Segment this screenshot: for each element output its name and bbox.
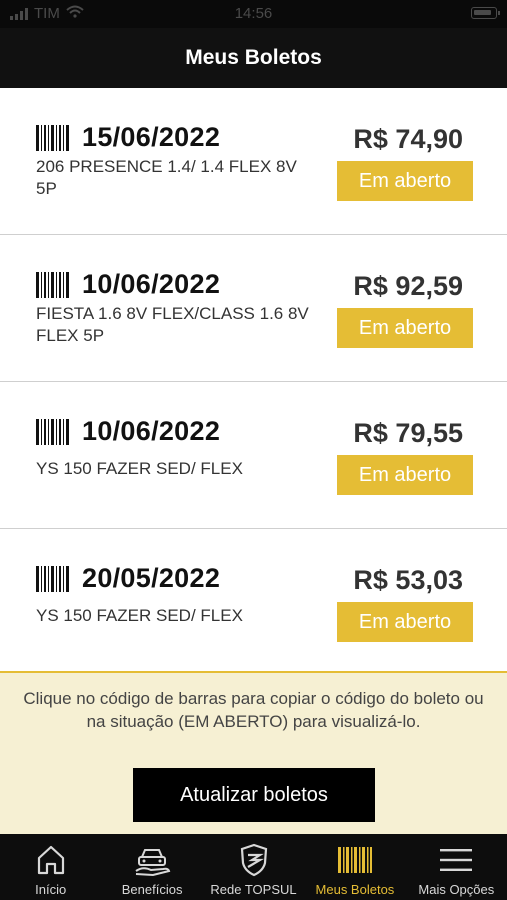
barcode-icon[interactable] <box>36 271 70 298</box>
clock: 14:56 <box>234 5 273 22</box>
boleto-card: 10/06/2022 YS 150 FAZER SED/ FLEX R$ 79,… <box>0 382 507 529</box>
boleto-date-row: 10/06/2022 <box>36 269 220 300</box>
boleto-date-row: 15/06/2022 <box>36 122 220 153</box>
boleto-description: YS 150 FAZER SED/ FLEX <box>36 459 243 478</box>
refresh-boletos-button[interactable]: Atualizar boletos <box>133 768 375 822</box>
boleto-description: YS 150 FAZER SED/ FLEX <box>36 606 243 625</box>
boleto-date: 10/06/2022 <box>82 269 221 299</box>
tab-rede-topsul[interactable]: Rede TOPSUL <box>203 834 304 900</box>
boleto-card: 10/06/2022 FIESTA 1.6 8V FLEX/CLASS 1.6 … <box>0 235 507 382</box>
tab-beneficios[interactable]: Benefícios <box>101 834 202 900</box>
page-title: Meus Boletos <box>185 46 322 69</box>
status-button[interactable]: Em aberto <box>337 161 473 201</box>
status-button[interactable]: Em aberto <box>337 455 473 495</box>
boleto-amount: R$ 92,59 <box>353 271 463 301</box>
boleto-date: 10/06/2022 <box>82 416 221 446</box>
boleto-amount: R$ 53,03 <box>353 565 463 595</box>
menu-icon <box>440 842 473 878</box>
home-icon <box>36 842 66 878</box>
tab-bar: Início Benefícios Rede TOPSUL Meus Bolet… <box>0 834 507 900</box>
status-button[interactable]: Em aberto <box>337 308 473 348</box>
barcode-icon <box>337 842 372 878</box>
status-bar: TIM 14:56 <box>0 0 507 28</box>
info-panel: Clique no código de barras para copiar o… <box>0 671 507 834</box>
battery-icon <box>471 7 500 19</box>
boleto-date: 20/05/2022 <box>82 563 221 593</box>
boleto-date: 15/06/2022 <box>82 122 221 152</box>
page-header: Meus Boletos <box>0 28 507 88</box>
shield-logo-icon <box>239 842 269 878</box>
tab-mais-opcoes[interactable]: Mais Opções <box>406 834 507 900</box>
boleto-date-row: 10/06/2022 <box>36 416 220 447</box>
boleto-card: 15/06/2022 206 PRESENCE 1.4/ 1.4 FLEX 8V… <box>0 88 507 235</box>
boleto-description: 206 PRESENCE 1.4/ 1.4 FLEX 8V 5P <box>36 157 297 198</box>
tab-label: Meus Boletos <box>315 882 395 897</box>
tab-label: Benefícios <box>121 882 183 897</box>
car-hand-icon <box>133 842 171 878</box>
boleto-date-row: 20/05/2022 <box>36 563 220 594</box>
boleto-amount: R$ 79,55 <box>353 418 463 448</box>
barcode-icon[interactable] <box>36 418 70 445</box>
status-button[interactable]: Em aberto <box>337 602 473 642</box>
tab-label: Início <box>35 882 67 897</box>
barcode-icon[interactable] <box>36 124 70 151</box>
boleto-description: FIESTA 1.6 8V FLEX/CLASS 1.6 8V FLEX 5P <box>36 304 309 345</box>
boleto-list: 15/06/2022 206 PRESENCE 1.4/ 1.4 FLEX 8V… <box>0 88 507 676</box>
info-message: Clique no código de barras para copiar o… <box>23 689 484 731</box>
tab-label: Mais Opções <box>418 882 495 897</box>
boleto-card: 20/05/2022 YS 150 FAZER SED/ FLEX R$ 53,… <box>0 529 507 676</box>
tab-inicio[interactable]: Início <box>0 834 101 900</box>
barcode-icon[interactable] <box>36 565 70 592</box>
tab-label: Rede TOPSUL <box>210 882 297 897</box>
boleto-amount: R$ 74,90 <box>353 124 463 154</box>
tab-meus-boletos[interactable]: Meus Boletos <box>304 834 405 900</box>
